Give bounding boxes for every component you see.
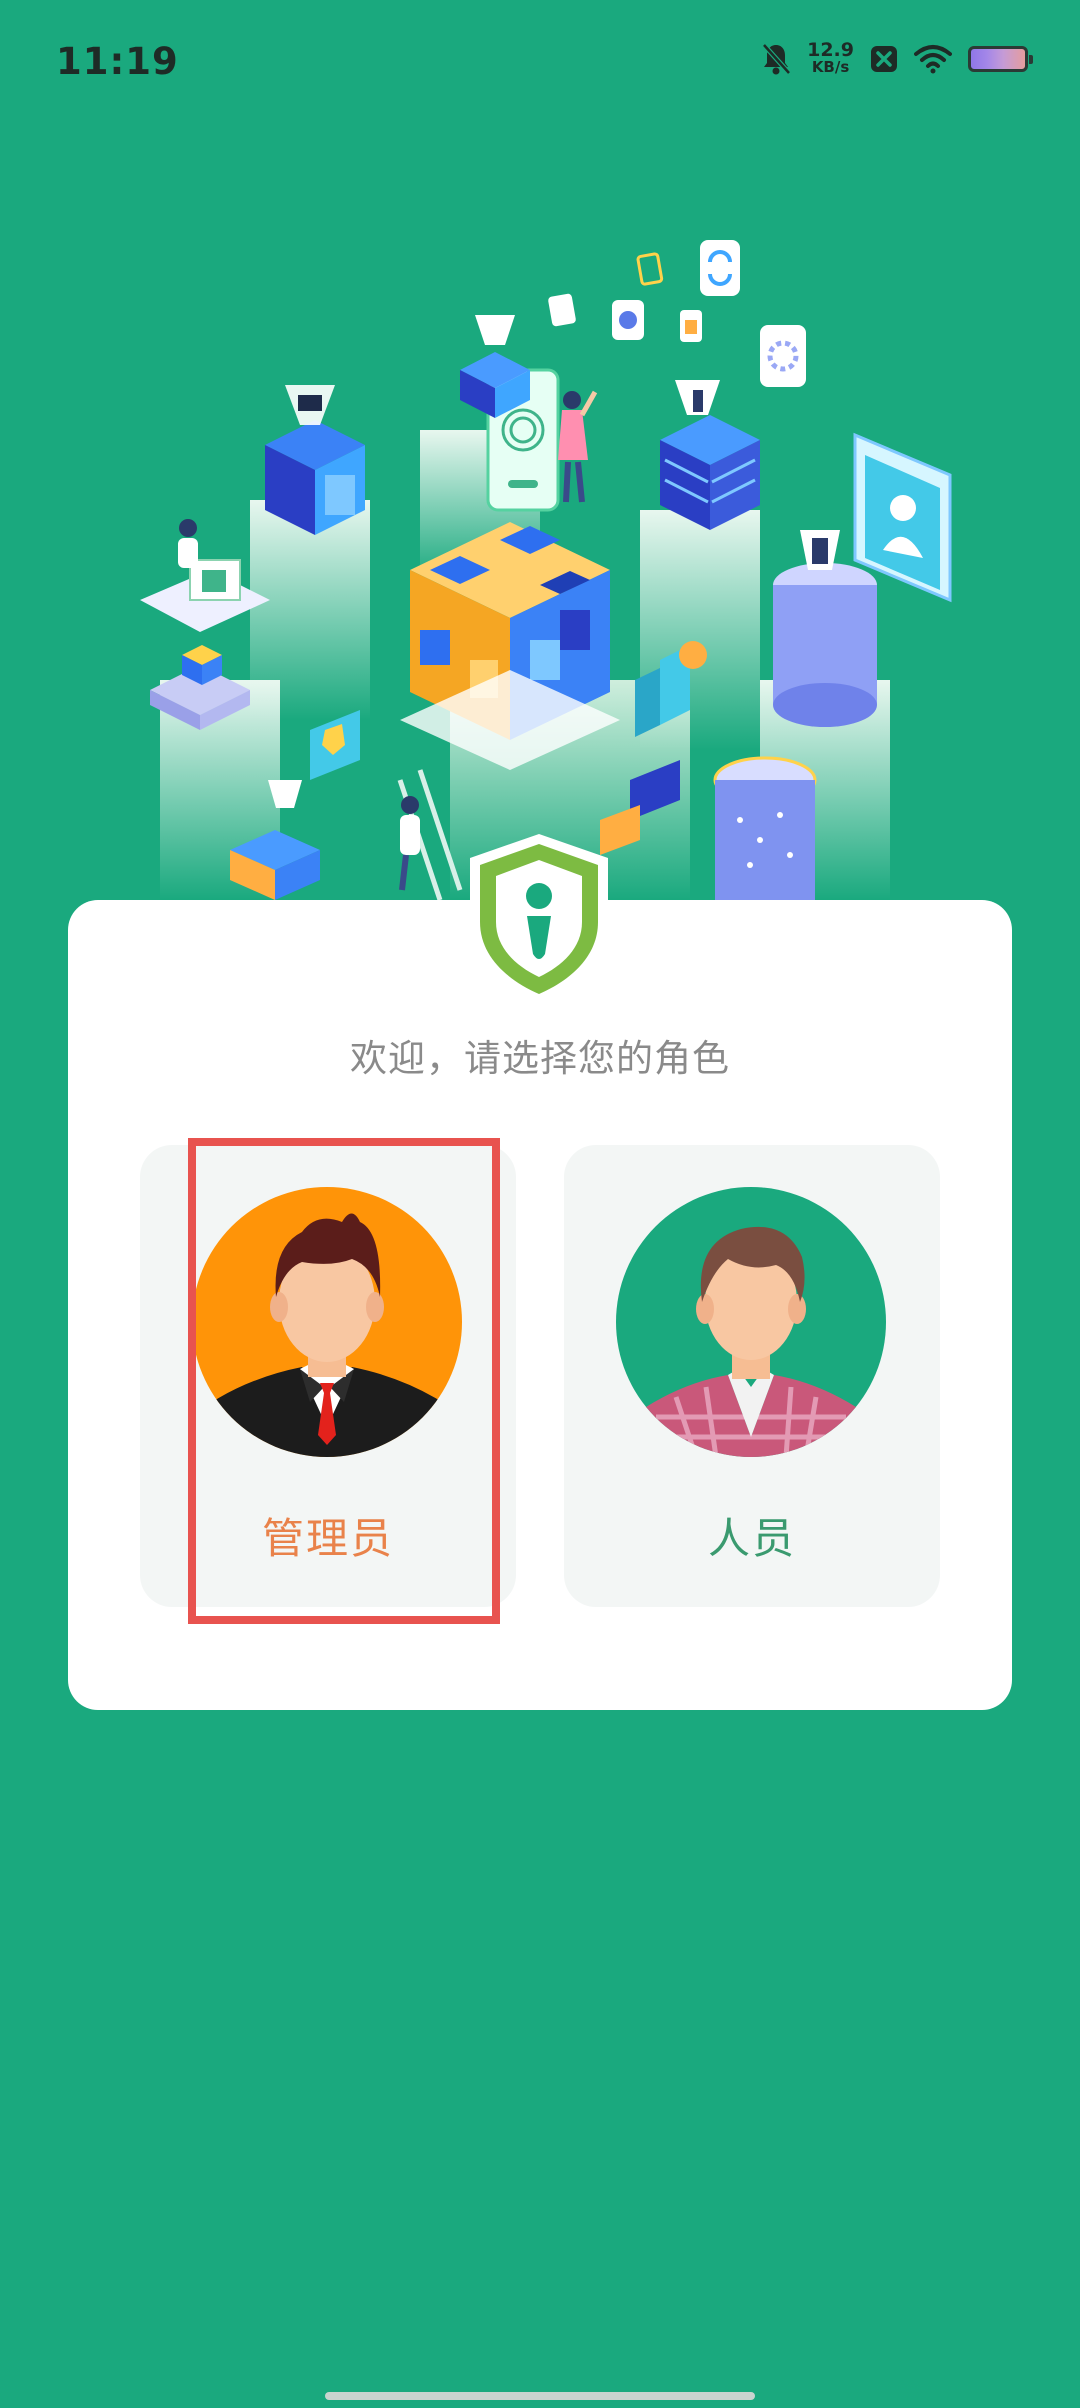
shield-logo-icon (470, 834, 608, 1006)
status-icons: 12.9 KB/s (761, 39, 1033, 76)
security-network-illustration (140, 240, 952, 900)
welcome-text: 欢迎，请选择您的角色 (350, 1037, 730, 1080)
network-speed-value: 12.9 (807, 39, 854, 61)
app-notification-icon (871, 46, 897, 72)
role-label-staff: 人员 (707, 1514, 796, 1563)
status-bar: 11:19 12.9 KB/s (0, 0, 1080, 124)
staff-avatar (616, 1187, 886, 1457)
bell-off-icon (762, 43, 791, 75)
battery-icon (968, 46, 1033, 72)
status-time: 11:19 (56, 40, 179, 83)
role-option-staff[interactable]: 人员 (564, 1145, 940, 1607)
network-speed: 12.9 KB/s (807, 39, 854, 76)
role-select-screen: 11:19 12.9 KB/s 欢迎，请选择您的角色 管理员 人员 (0, 0, 1080, 2408)
wifi-icon (914, 45, 952, 74)
gesture-nav-bar[interactable] (325, 2392, 755, 2400)
selection-highlight-box (188, 1138, 500, 1624)
network-speed-unit: KB/s (811, 58, 850, 76)
